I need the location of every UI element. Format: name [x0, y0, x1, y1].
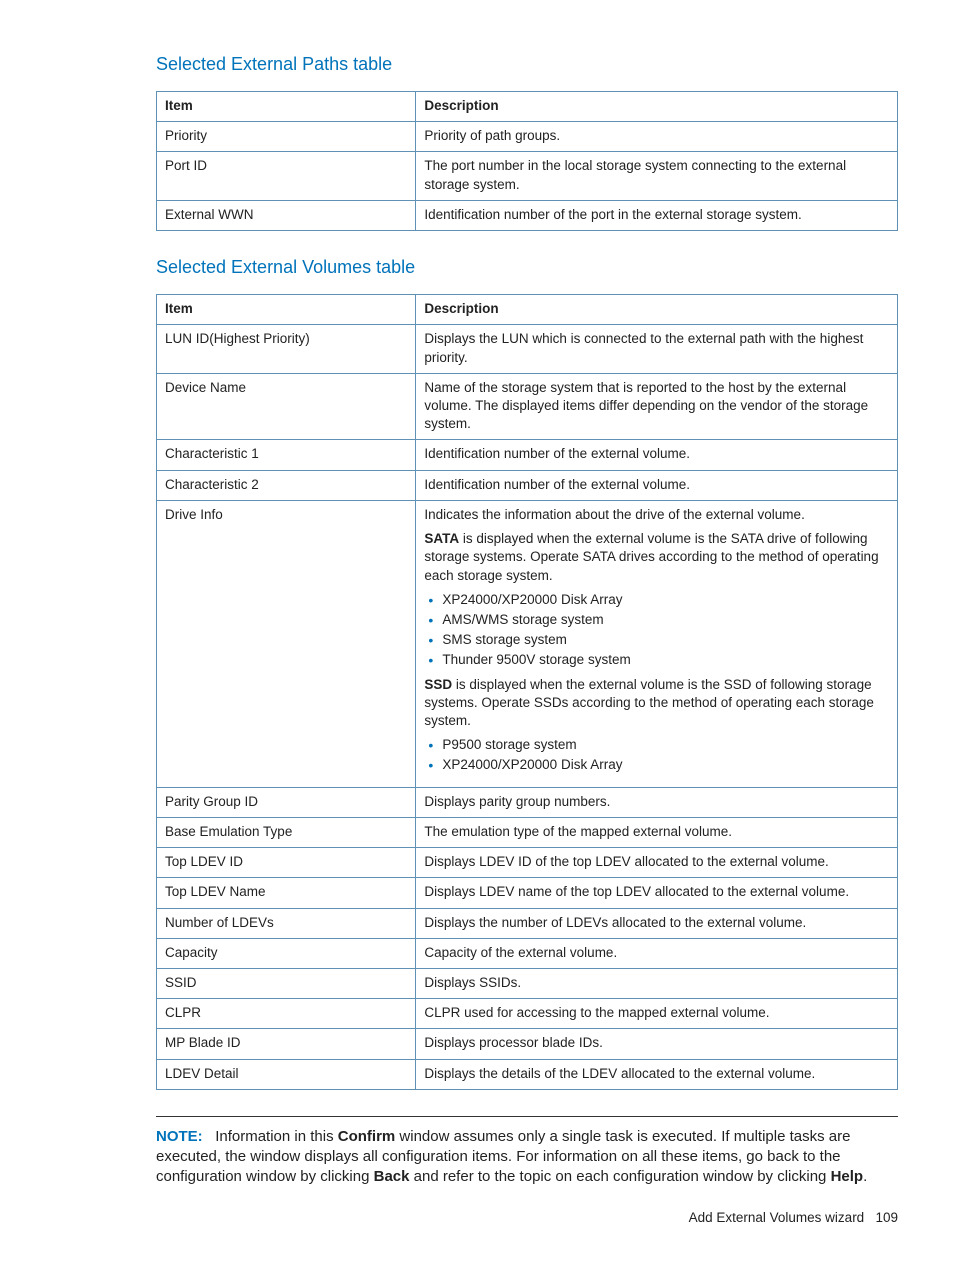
note-text: Information in this — [215, 1128, 338, 1145]
note-bold-back: Back — [374, 1168, 410, 1185]
cell-desc: Priority of path groups. — [416, 122, 898, 152]
list-item: SMS storage system — [426, 631, 889, 649]
col-header-desc: Description — [416, 92, 898, 122]
cell-desc: Displays processor blade IDs. — [416, 1029, 898, 1059]
cell-desc: Displays LDEV name of the top LDEV alloc… — [416, 878, 898, 908]
ssd-list: P9500 storage system XP24000/XP20000 Dis… — [424, 736, 889, 774]
list-item: AMS/WMS storage system — [426, 611, 889, 629]
table-header-row: Item Description — [157, 92, 898, 122]
cell-item: Base Emulation Type — [157, 817, 416, 847]
list-item: XP24000/XP20000 Disk Array — [426, 756, 889, 774]
cell-item: Drive Info — [157, 500, 416, 787]
table-row: LDEV Detail Displays the details of the … — [157, 1059, 898, 1089]
table-row: Base Emulation Type The emulation type o… — [157, 817, 898, 847]
cell-item: Port ID — [157, 152, 416, 200]
cell-desc: Identification number of the external vo… — [416, 440, 898, 470]
cell-item: LUN ID(Highest Priority) — [157, 325, 416, 373]
note-text: and refer to the topic on each configura… — [409, 1168, 830, 1185]
cell-item: LDEV Detail — [157, 1059, 416, 1089]
cell-item: Capacity — [157, 938, 416, 968]
cell-desc: The emulation type of the mapped externa… — [416, 817, 898, 847]
col-header-desc: Description — [416, 295, 898, 325]
paths-table: Item Description Priority Priority of pa… — [156, 91, 898, 231]
table-row: Priority Priority of path groups. — [157, 122, 898, 152]
note-block: NOTE: Information in this Confirm window… — [156, 1116, 898, 1188]
section-title-volumes: Selected External Volumes table — [156, 257, 898, 278]
cell-item: External WWN — [157, 200, 416, 230]
table-row: Device Name Name of the storage system t… — [157, 373, 898, 440]
page-footer: Add External Volumes wizard 109 — [156, 1210, 898, 1225]
table-row: Capacity Capacity of the external volume… — [157, 938, 898, 968]
table-row: Top LDEV Name Displays LDEV name of the … — [157, 878, 898, 908]
table-row: Top LDEV ID Displays LDEV ID of the top … — [157, 848, 898, 878]
cell-desc: Name of the storage system that is repor… — [416, 373, 898, 440]
note-label: NOTE: — [156, 1128, 203, 1145]
table-row: Characteristic 1 Identification number o… — [157, 440, 898, 470]
sata-list: XP24000/XP20000 Disk Array AMS/WMS stora… — [424, 591, 889, 670]
note-bold-help: Help — [831, 1168, 864, 1185]
note-text: . — [863, 1168, 867, 1185]
drive-info-intro: Indicates the information about the driv… — [424, 506, 889, 524]
cell-desc: The port number in the local storage sys… — [416, 152, 898, 200]
cell-desc: Identification number of the external vo… — [416, 470, 898, 500]
col-header-item: Item — [157, 295, 416, 325]
col-header-item: Item — [157, 92, 416, 122]
section-title-paths: Selected External Paths table — [156, 54, 898, 75]
cell-desc: Indicates the information about the driv… — [416, 500, 898, 787]
cell-item: Device Name — [157, 373, 416, 440]
cell-item: MP Blade ID — [157, 1029, 416, 1059]
volumes-table: Item Description LUN ID(Highest Priority… — [156, 294, 898, 1090]
drive-info-sata: SATA is displayed when the external volu… — [424, 530, 889, 585]
list-item: XP24000/XP20000 Disk Array — [426, 591, 889, 609]
table-header-row: Item Description — [157, 295, 898, 325]
table-row: CLPR CLPR used for accessing to the mapp… — [157, 999, 898, 1029]
cell-item: Parity Group ID — [157, 787, 416, 817]
table-row: Drive Info Indicates the information abo… — [157, 500, 898, 787]
cell-desc: Displays parity group numbers. — [416, 787, 898, 817]
table-row: Number of LDEVs Displays the number of L… — [157, 908, 898, 938]
cell-item: CLPR — [157, 999, 416, 1029]
cell-item: Top LDEV ID — [157, 848, 416, 878]
cell-desc: Identification number of the port in the… — [416, 200, 898, 230]
cell-item: Priority — [157, 122, 416, 152]
cell-desc: Capacity of the external volume. — [416, 938, 898, 968]
table-row: Port ID The port number in the local sto… — [157, 152, 898, 200]
table-row: LUN ID(Highest Priority) Displays the LU… — [157, 325, 898, 373]
cell-item: SSID — [157, 969, 416, 999]
cell-desc: Displays LDEV ID of the top LDEV allocat… — [416, 848, 898, 878]
cell-item: Top LDEV Name — [157, 878, 416, 908]
footer-text: Add External Volumes wizard — [689, 1210, 865, 1225]
table-row: MP Blade ID Displays processor blade IDs… — [157, 1029, 898, 1059]
table-row: Parity Group ID Displays parity group nu… — [157, 787, 898, 817]
note-bold-confirm: Confirm — [338, 1128, 396, 1145]
cell-desc: Displays the number of LDEVs allocated t… — [416, 908, 898, 938]
table-row: SSID Displays SSIDs. — [157, 969, 898, 999]
cell-desc: Displays the LUN which is connected to t… — [416, 325, 898, 373]
list-item: Thunder 9500V storage system — [426, 651, 889, 669]
cell-desc: CLPR used for accessing to the mapped ex… — [416, 999, 898, 1029]
drive-info-ssd: SSD is displayed when the external volum… — [424, 676, 889, 731]
cell-desc: Displays the details of the LDEV allocat… — [416, 1059, 898, 1089]
cell-item: Characteristic 2 — [157, 470, 416, 500]
cell-item: Number of LDEVs — [157, 908, 416, 938]
list-item: P9500 storage system — [426, 736, 889, 754]
cell-desc: Displays SSIDs. — [416, 969, 898, 999]
table-row: Characteristic 2 Identification number o… — [157, 470, 898, 500]
cell-item: Characteristic 1 — [157, 440, 416, 470]
page-number: 109 — [875, 1210, 898, 1225]
table-row: External WWN Identification number of th… — [157, 200, 898, 230]
